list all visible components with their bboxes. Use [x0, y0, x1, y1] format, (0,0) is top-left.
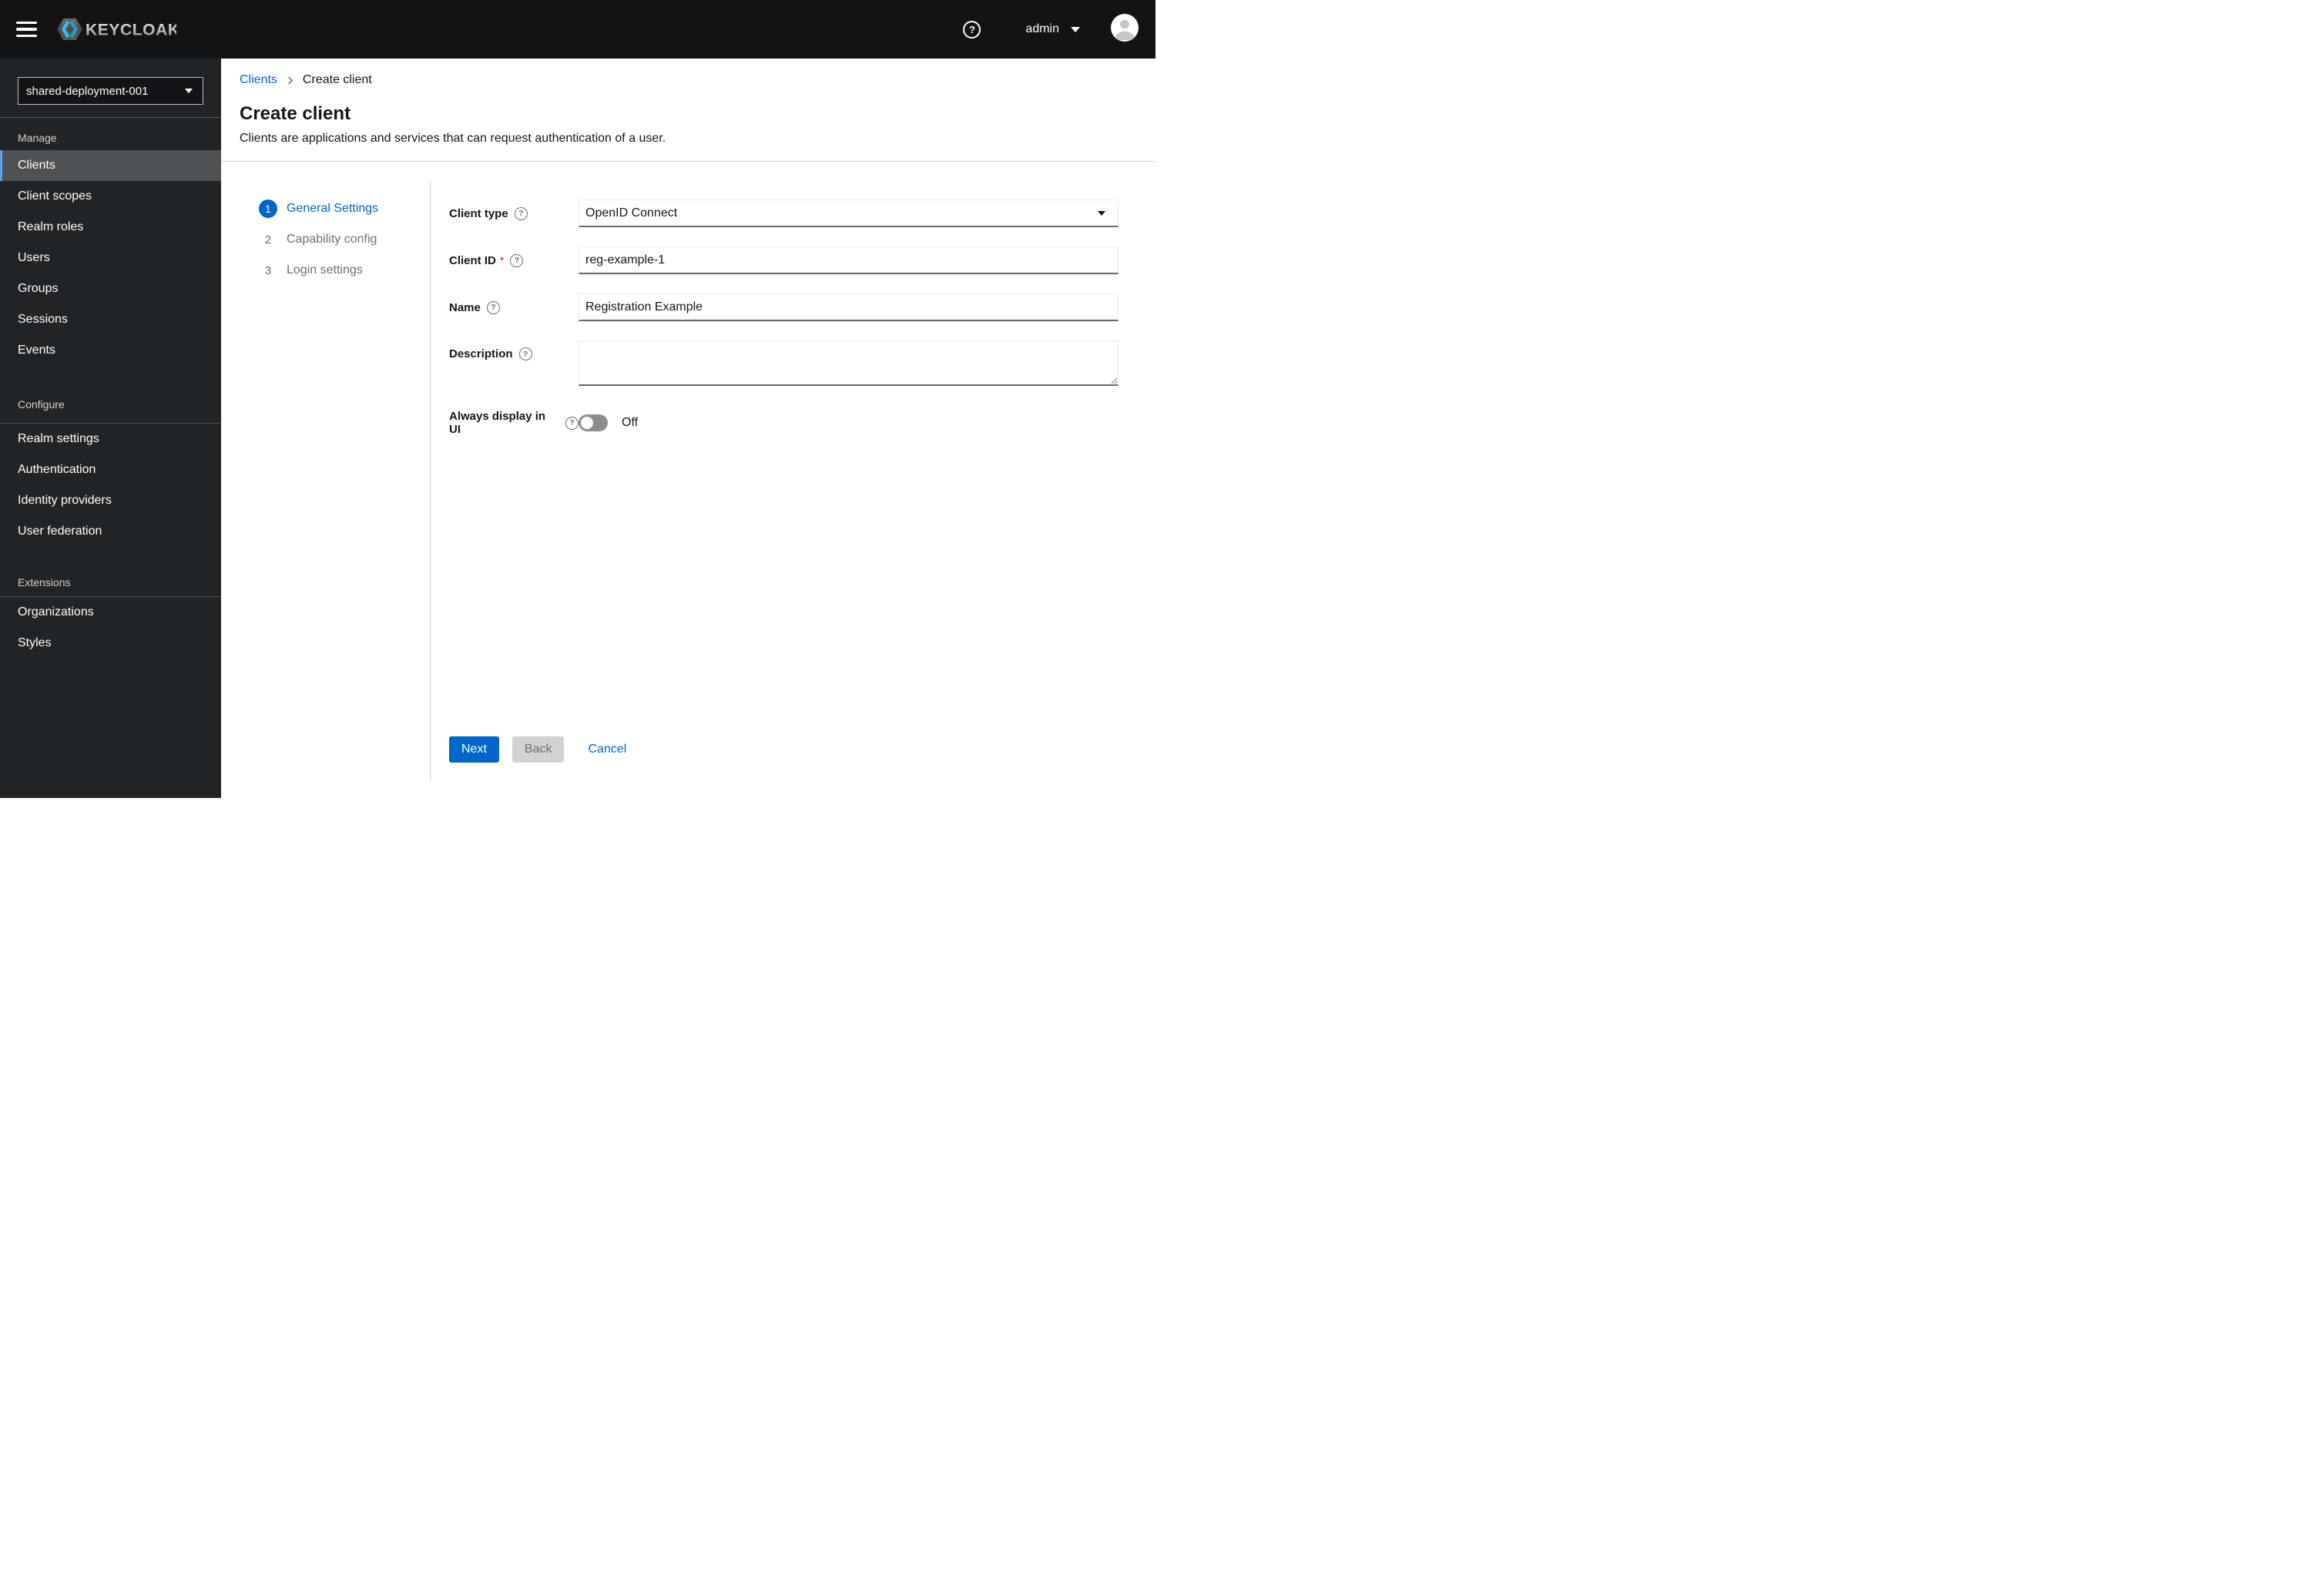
sidebar-item-realm-settings[interactable]: Realm settings — [0, 424, 221, 454]
page-subtitle: Clients are applications and services th… — [240, 132, 666, 145]
page-title: Create client — [240, 103, 351, 124]
wizard-actions: Next Back Cancel — [449, 736, 626, 763]
name-label: Name — [449, 300, 481, 314]
back-button[interactable]: Back — [512, 736, 565, 763]
help-icon[interactable]: ? — [486, 300, 500, 314]
brand-wordmark: KEYCLOAK — [86, 22, 176, 39]
realm-name: shared-deployment-001 — [26, 84, 149, 98]
nav-section-title: Configure — [0, 366, 221, 424]
step-number: 3 — [264, 263, 272, 277]
client-type-row: Client type ? OpenID Connect — [449, 200, 1119, 227]
help-icon[interactable]: ? — [510, 253, 524, 267]
always-display-toggle[interactable] — [579, 414, 608, 431]
realm-selector-block: shared-deployment-001 — [0, 59, 221, 118]
sidebar-item-realm-roles[interactable]: Realm roles — [0, 212, 221, 243]
cancel-button[interactable]: Cancel — [588, 743, 626, 756]
keycloak-logo-image: KEYCLOAK — [57, 18, 176, 40]
step-number: 2 — [264, 233, 272, 246]
sidebar-item-groups[interactable]: Groups — [0, 273, 221, 304]
username: admin — [1025, 22, 1059, 35]
name-row: Name ? — [449, 293, 1119, 321]
chevron-down-icon — [185, 89, 193, 93]
sidebar-item-identity-providers[interactable]: Identity providers — [0, 485, 221, 516]
chevron-down-icon — [1098, 210, 1105, 216]
client-type-select[interactable]: OpenID Connect — [579, 200, 1119, 227]
sidebar-nav: shared-deployment-001 Manage Clients Cli… — [0, 59, 221, 798]
wizard-step-capability-config[interactable]: 2 Capability config — [259, 230, 430, 249]
realm-selector[interactable]: shared-deployment-001 — [18, 77, 203, 105]
client-type-value: OpenID Connect — [585, 206, 678, 220]
nav-section-manage: Manage Clients Client scopes Realm roles… — [0, 118, 221, 366]
always-display-label: Always display in UI — [449, 410, 546, 436]
next-button[interactable]: Next — [449, 736, 499, 763]
nav-section-configure: Configure Realm settings Authentication … — [0, 366, 221, 547]
chevron-down-icon — [1071, 26, 1080, 32]
keycloak-logo: KEYCLOAK — [56, 15, 176, 43]
required-asterisk: * — [499, 254, 505, 267]
help-icon[interactable]: ? — [565, 416, 579, 430]
client-id-row: Client ID * ? — [449, 246, 1119, 274]
toggle-state-label: Off — [622, 416, 639, 429]
sidebar-item-events[interactable]: Events — [0, 335, 221, 366]
description-label: Description — [449, 347, 513, 360]
step-number-badge: 1 — [259, 200, 277, 218]
avatar[interactable] — [1111, 13, 1139, 45]
sidebar-item-clients[interactable]: Clients — [0, 150, 221, 181]
help-icon[interactable]: ? — [518, 347, 532, 360]
user-menu[interactable]: admin — [1025, 22, 1080, 36]
wizard-steps-nav: 1 General Settings 2 Capability config 3… — [221, 181, 431, 781]
masthead-toolbar: ? admin — [963, 13, 1139, 45]
hamburger-menu-icon[interactable] — [16, 22, 37, 37]
sidebar-item-client-scopes[interactable]: Client scopes — [0, 181, 221, 212]
client-id-input[interactable] — [579, 246, 1119, 274]
description-row: Description ? — [449, 340, 1119, 390]
sidebar-item-users[interactable]: Users — [0, 243, 221, 273]
help-icon[interactable]: ? — [963, 20, 981, 39]
nav-section-extensions: Extensions Organizations Styles — [0, 547, 221, 659]
help-icon[interactable]: ? — [514, 206, 528, 220]
sidebar-item-organizations[interactable]: Organizations — [0, 597, 221, 628]
page-header: Clients Create client Create client Clie… — [221, 59, 1156, 162]
keycloak-admin-console: KEYCLOAK ? admin shared-deployment-001 M… — [0, 0, 1156, 798]
masthead: KEYCLOAK ? admin — [0, 0, 1156, 59]
breadcrumb-chevron-icon — [285, 76, 293, 84]
sidebar-item-authentication[interactable]: Authentication — [0, 454, 221, 485]
main-content: Clients Create client Create client Clie… — [221, 59, 1156, 798]
breadcrumb-current: Create client — [302, 73, 372, 86]
wizard-step-login-settings[interactable]: 3 Login settings — [259, 261, 430, 280]
nav-section-title: Manage — [18, 132, 57, 144]
sidebar-item-sessions[interactable]: Sessions — [0, 304, 221, 335]
name-input[interactable] — [579, 293, 1119, 321]
breadcrumb-clients-link[interactable]: Clients — [240, 73, 277, 87]
always-display-row: Always display in UI ? Off — [449, 409, 1119, 437]
create-client-wizard: 1 General Settings 2 Capability config 3… — [221, 181, 1156, 781]
breadcrumb: Clients Create client — [240, 73, 1119, 87]
client-id-label: Client ID — [449, 253, 496, 267]
wizard-form: Client type ? OpenID Connect Client ID *… — [431, 181, 1156, 781]
sidebar-item-user-federation[interactable]: User federation — [0, 516, 221, 547]
nav-section-title: Extensions — [0, 547, 221, 597]
wizard-step-general-settings[interactable]: 1 General Settings — [259, 200, 430, 218]
description-textarea[interactable] — [579, 340, 1119, 386]
sidebar-item-styles[interactable]: Styles — [0, 628, 221, 659]
client-type-label: Client type — [449, 206, 508, 220]
